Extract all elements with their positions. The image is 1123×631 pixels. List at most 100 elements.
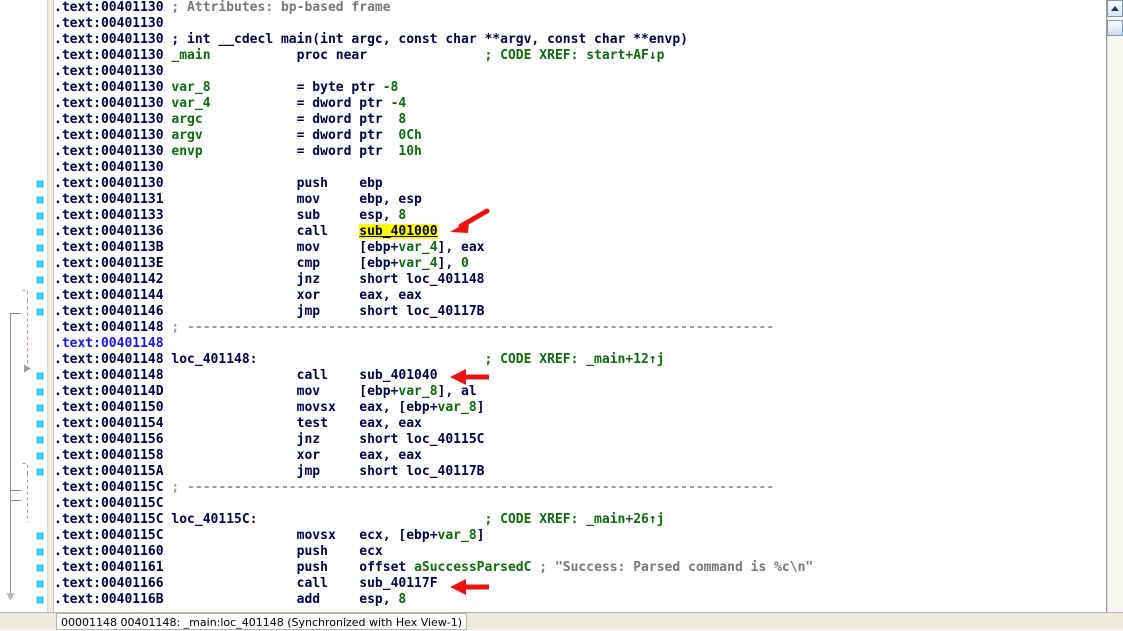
- disasm-line[interactable]: .text:00401133 sub esp, 8: [54, 208, 1091, 224]
- instruction-marker[interactable]: [36, 548, 44, 556]
- instruction-text: ]: [476, 400, 485, 415]
- symbol-name: var_4: [171, 96, 211, 111]
- disasm-line[interactable]: .text:0040116B add esp, 8: [54, 592, 1091, 608]
- disasm-line[interactable]: .text:00401166 call sub_40117F: [54, 576, 1091, 592]
- disasm-line[interactable]: .text:0040115A jmp short loc_40117B: [54, 464, 1091, 480]
- instruction-text: = dword ptr: [296, 96, 391, 111]
- instruction-marker[interactable]: [36, 404, 44, 412]
- disasm-line[interactable]: .text:00401130 _main proc near ; CODE XR…: [54, 48, 1091, 64]
- disasm-line[interactable]: .text:00401130 argv = dword ptr 0Ch: [54, 128, 1091, 144]
- disasm-line[interactable]: .text:00401142 jnz short loc_401148: [54, 272, 1091, 288]
- instruction-marker[interactable]: [36, 436, 44, 444]
- disasm-line[interactable]: .text:0040115C loc_40115C: ; CODE XREF: …: [54, 512, 1091, 528]
- disasm-line[interactable]: .text:00401150 movsx eax, [ebp+var_8]: [54, 400, 1091, 416]
- disasm-line[interactable]: .text:00401130 argc = dword ptr 8: [54, 112, 1091, 128]
- instruction-marker[interactable]: [36, 260, 44, 268]
- instruction-marker[interactable]: [36, 196, 44, 204]
- line-address: .text:00401130: [54, 0, 164, 15]
- disasm-line[interactable]: .text:00401130 var_4 = dword ptr -4: [54, 96, 1091, 112]
- instruction-text: [171, 528, 296, 543]
- disasm-line[interactable]: .text:00401148 loc_401148: ; CODE XREF: …: [54, 352, 1091, 368]
- line-address: .text:00401146: [54, 304, 164, 319]
- disasm-line[interactable]: .text:0040115C: [54, 496, 1091, 512]
- address-gap: [164, 336, 172, 351]
- disasm-line[interactable]: .text:00401146 jmp short loc_40117B: [54, 304, 1091, 320]
- symbol-name: var_8: [437, 528, 477, 543]
- disasm-line[interactable]: .text:00401136 call sub_401000: [54, 224, 1091, 240]
- disasm-line[interactable]: .text:0040115C ; -----------------------…: [54, 480, 1091, 496]
- instruction-marker[interactable]: [36, 308, 44, 316]
- disasm-line[interactable]: .text:00401148: [54, 336, 1091, 352]
- disasm-line[interactable]: .text:00401148 ; -----------------------…: [54, 320, 1091, 336]
- window-left-border: [0, 0, 1, 612]
- instruction-text: [211, 80, 297, 95]
- disasm-line[interactable]: .text:00401156 jnz short loc_40115C: [54, 432, 1091, 448]
- instruction-marker[interactable]: [36, 420, 44, 428]
- instruction-marker[interactable]: [36, 388, 44, 396]
- disasm-line[interactable]: .text:00401154 test eax, eax: [54, 416, 1091, 432]
- instruction-text: sub_40117F: [359, 576, 438, 591]
- symbol-name: argv: [171, 128, 203, 143]
- instruction-marker[interactable]: [36, 372, 44, 380]
- disasm-line[interactable]: .text:00401130 var_8 = byte ptr -8: [54, 80, 1091, 96]
- instruction-text: offset: [359, 560, 415, 575]
- highlighted-symbol[interactable]: sub_401000: [359, 224, 438, 239]
- instruction-marker[interactable]: [36, 180, 44, 188]
- disassembly-listing[interactable]: .text:00401130 ; Attributes: bp-based fr…: [54, 0, 1091, 612]
- instruction-marker[interactable]: [36, 452, 44, 460]
- instruction-marker[interactable]: [36, 212, 44, 220]
- instruction-marker[interactable]: [36, 468, 44, 476]
- instruction-marker[interactable]: [36, 580, 44, 588]
- comment: ; int __cdecl main(int argc, const char …: [171, 32, 688, 47]
- instruction-marker[interactable]: [36, 292, 44, 300]
- disasm-line[interactable]: .text:00401131 mov ebp, esp: [54, 192, 1091, 208]
- disasm-line[interactable]: .text:00401130: [54, 160, 1091, 176]
- scrollbar-track[interactable]: [1107, 17, 1123, 613]
- disasm-line[interactable]: .text:00401130 push ebp: [54, 176, 1091, 192]
- instruction-text: [258, 352, 485, 367]
- instruction-text: [171, 544, 296, 559]
- instruction-marker[interactable]: [36, 244, 44, 252]
- disasm-line[interactable]: .text:00401130 ; Attributes: bp-based fr…: [54, 0, 1091, 16]
- instruction-text: [171, 432, 296, 447]
- xref-comment: ; CODE XREF: _main+12↑j: [484, 352, 665, 367]
- vertical-scrollbar[interactable]: [1106, 0, 1123, 630]
- address-gap: [164, 160, 172, 175]
- instruction-marker[interactable]: [36, 564, 44, 572]
- instruction-text: [171, 384, 296, 399]
- disasm-line[interactable]: .text:0040113E cmp [ebp+var_4], 0: [54, 256, 1091, 272]
- disasm-line[interactable]: .text:00401160 push ecx: [54, 544, 1091, 560]
- disasm-line[interactable]: .text:00401144 xor eax, eax: [54, 288, 1091, 304]
- disasm-line[interactable]: .text:00401130 ; int __cdecl main(int ar…: [54, 32, 1091, 48]
- disasm-line[interactable]: .text:00401148 call sub_401040: [54, 368, 1091, 384]
- line-address: .text:0040115C: [54, 496, 164, 511]
- disasm-line[interactable]: .text:00401158 xor eax, eax: [54, 448, 1091, 464]
- disasm-line[interactable]: .text:00401161 push offset aSuccessParse…: [54, 560, 1091, 576]
- instruction-text: xor eax, eax: [296, 448, 422, 463]
- scroll-up-button[interactable]: [1107, 0, 1123, 17]
- instruction-marker[interactable]: [36, 532, 44, 540]
- instruction-marker-strip[interactable]: [33, 0, 47, 612]
- address-gap: [164, 64, 172, 79]
- instruction-text: [171, 288, 296, 303]
- disasm-line[interactable]: .text:00401130: [54, 16, 1091, 32]
- disasm-line[interactable]: .text:00401130: [54, 64, 1091, 80]
- address-gap: [164, 16, 172, 31]
- line-address: .text:00401130: [54, 64, 164, 79]
- scrollbar-thumb[interactable]: [1107, 20, 1123, 36]
- disasm-line[interactable]: .text:0040114D mov [ebp+var_8], al: [54, 384, 1091, 400]
- instruction-marker[interactable]: [36, 596, 44, 604]
- line-address: .text:00401130: [54, 176, 164, 191]
- instruction-marker[interactable]: [36, 228, 44, 236]
- code-label: loc_40115C:: [171, 512, 258, 527]
- disasm-line[interactable]: .text:0040113B mov [ebp+var_4], eax: [54, 240, 1091, 256]
- comment: ; Attributes: bp-based frame: [171, 0, 391, 15]
- disasm-line[interactable]: .text:00401130 envp = dword ptr 10h: [54, 144, 1091, 160]
- line-address: .text:00401130: [54, 16, 164, 31]
- instruction-text: mov [ebp+: [296, 384, 399, 399]
- instruction-text: = dword ptr: [296, 128, 399, 143]
- numeric-operand: 0Ch: [398, 128, 422, 143]
- line-address: .text:0040115C: [54, 528, 164, 543]
- disasm-line[interactable]: .text:0040115C movsx ecx, [ebp+var_8]: [54, 528, 1091, 544]
- instruction-marker[interactable]: [36, 276, 44, 284]
